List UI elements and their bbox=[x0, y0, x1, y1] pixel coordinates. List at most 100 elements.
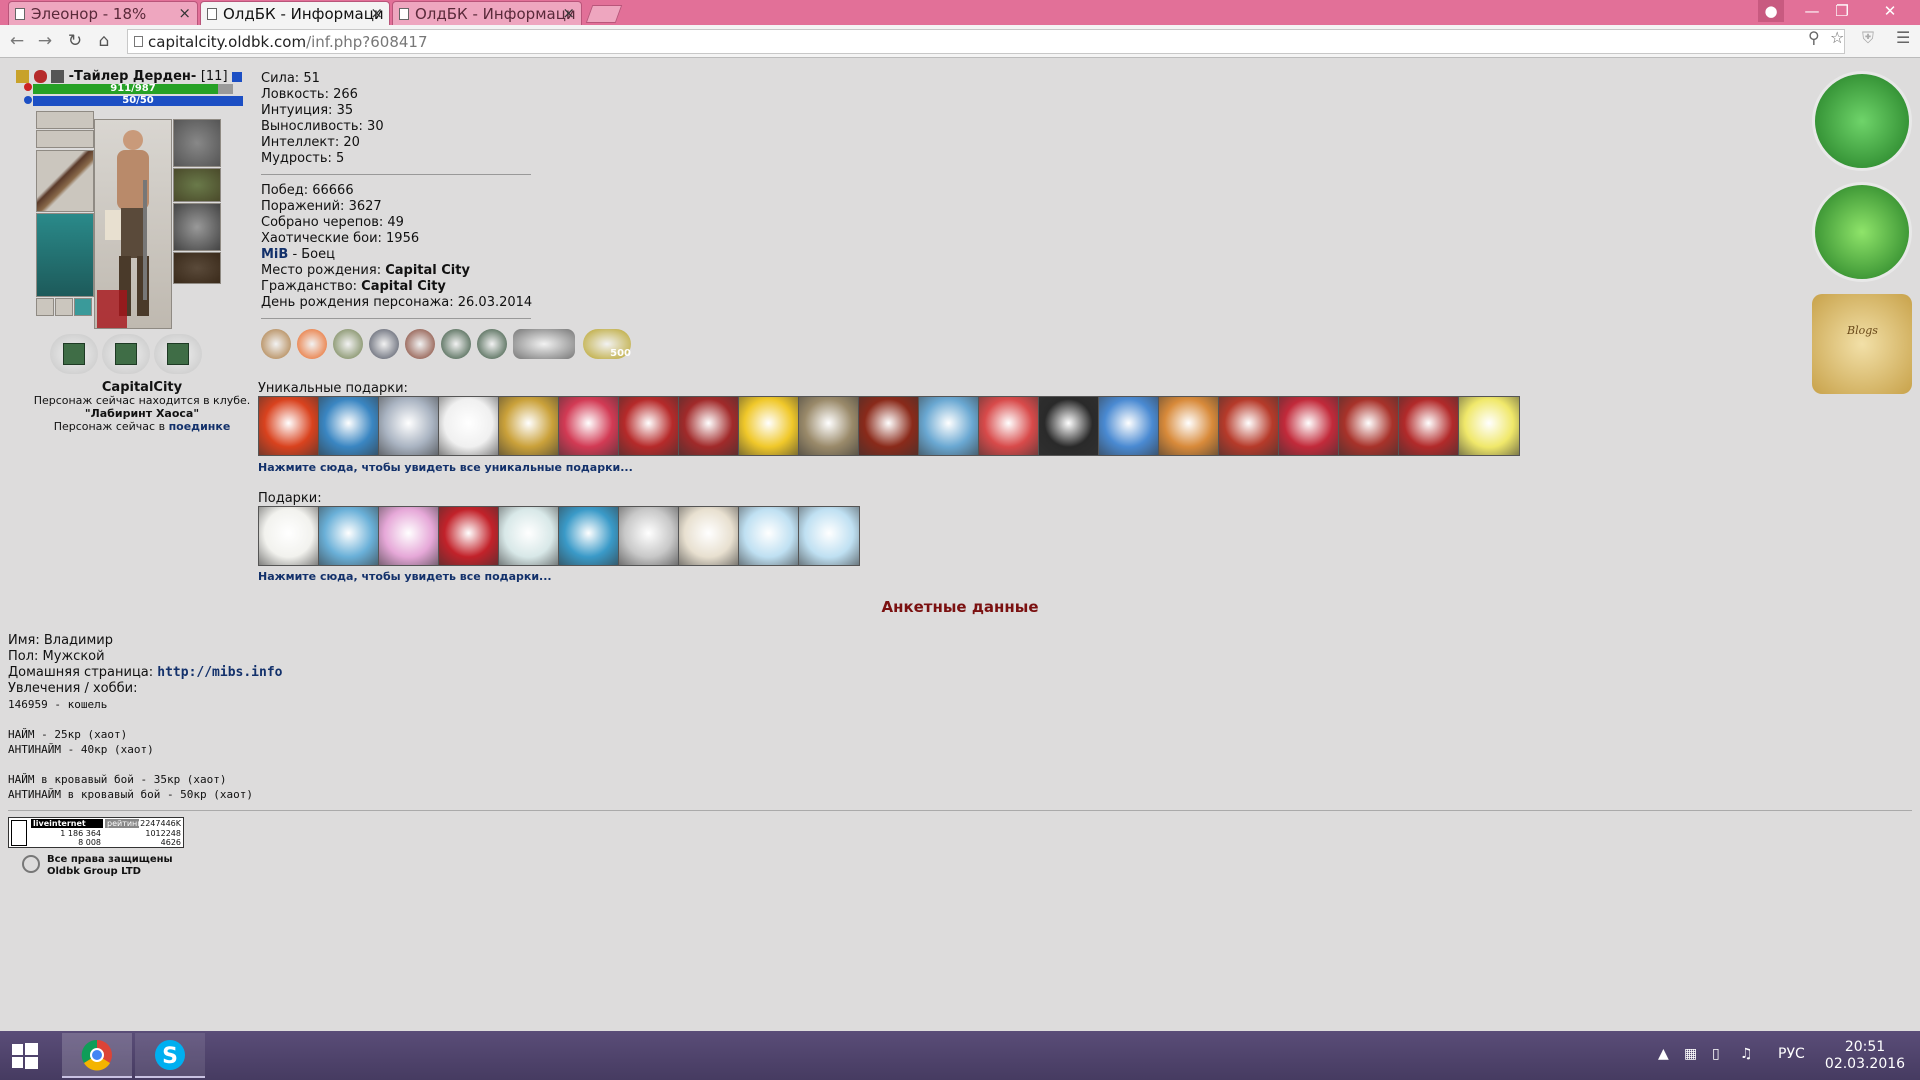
ring-badge-icon[interactable] bbox=[261, 329, 291, 359]
unique-gift-icon[interactable] bbox=[619, 397, 679, 455]
unique-gift-icon[interactable] bbox=[1039, 397, 1099, 455]
unique-gift-icon[interactable] bbox=[679, 397, 739, 455]
unique-gift-icon[interactable] bbox=[439, 397, 499, 455]
unique-gifts-link[interactable]: Нажмите сюда, чтобы увидеть все уникальн… bbox=[258, 461, 633, 474]
address-bar[interactable]: capitalcity.oldbk.com/inf.php?608417 bbox=[127, 29, 1845, 54]
gloves-slot[interactable] bbox=[173, 168, 221, 202]
unique-gift-icon[interactable] bbox=[1399, 397, 1459, 455]
clan-name[interactable]: MiB bbox=[261, 247, 288, 262]
gift-icon[interactable] bbox=[499, 507, 559, 565]
gift-icon[interactable] bbox=[799, 507, 859, 565]
action-center-icon[interactable]: ▦ bbox=[1684, 1046, 1697, 1062]
zoom-icon[interactable]: ⚲ bbox=[1808, 28, 1820, 47]
gift-icon[interactable] bbox=[559, 507, 619, 565]
unique-gift-icon[interactable] bbox=[319, 397, 379, 455]
shield-badge-icon[interactable] bbox=[369, 329, 399, 359]
boots-slot[interactable] bbox=[173, 252, 221, 284]
unique-gift-icon[interactable] bbox=[739, 397, 799, 455]
fight-link[interactable]: поединке bbox=[169, 420, 231, 433]
rune-slot-2[interactable] bbox=[102, 334, 150, 374]
rune-slot-3[interactable] bbox=[154, 334, 202, 374]
earrings-slot[interactable] bbox=[36, 111, 94, 129]
unique-gift-icon[interactable] bbox=[379, 397, 439, 455]
hobby-line: НАЙМ в кровавый бой - 35кр (хаот) bbox=[8, 773, 227, 786]
homepage-link[interactable]: http://mibs.info bbox=[157, 665, 282, 680]
new-tab-button[interactable] bbox=[585, 5, 623, 23]
forward-icon[interactable]: → bbox=[34, 30, 56, 52]
unique-gift-icon[interactable] bbox=[1339, 397, 1399, 455]
ring-slot-2[interactable] bbox=[55, 298, 73, 316]
liveinternet-counter[interactable]: liveinternet 1 186 364 8 008 рейтинг 224… bbox=[8, 817, 184, 848]
unique-gift-icon[interactable] bbox=[259, 397, 319, 455]
shield-slot[interactable] bbox=[173, 203, 221, 251]
star-badge-icon[interactable] bbox=[405, 329, 435, 359]
tab-close-icon[interactable]: × bbox=[370, 4, 383, 22]
emblem-badge-icon[interactable] bbox=[441, 329, 471, 359]
weapon-slot[interactable] bbox=[36, 150, 94, 212]
car-badge-icon[interactable] bbox=[513, 329, 575, 359]
counter-right-n2: 1012248 bbox=[145, 829, 181, 838]
tab-close-icon[interactable]: × bbox=[178, 4, 191, 22]
pumpkin-badge-icon[interactable] bbox=[297, 329, 327, 359]
location-line: Персонаж сейчас находится в клубе. bbox=[33, 394, 251, 407]
ring-slot-1[interactable] bbox=[36, 298, 54, 316]
unique-gift-icon[interactable] bbox=[859, 397, 919, 455]
helmet-slot[interactable] bbox=[173, 119, 221, 167]
input-language[interactable]: РУС bbox=[1778, 1046, 1805, 1062]
500-badge-icon[interactable]: 500 bbox=[583, 329, 631, 359]
unique-gift-icon[interactable] bbox=[499, 397, 559, 455]
emblem2-badge-icon[interactable] bbox=[477, 329, 507, 359]
unique-gift-icon[interactable] bbox=[979, 397, 1039, 455]
swords-badge-icon[interactable] bbox=[333, 329, 363, 359]
chrome-icon[interactable] bbox=[62, 1033, 132, 1078]
gift-icon[interactable] bbox=[319, 507, 379, 565]
close-window-button[interactable]: ✕ bbox=[1860, 0, 1920, 22]
gift-icon[interactable] bbox=[439, 507, 499, 565]
tab-close-icon[interactable]: × bbox=[562, 4, 575, 22]
armor-slot[interactable] bbox=[36, 213, 94, 297]
gift-icon[interactable] bbox=[679, 507, 739, 565]
browser-tab-oldbk-active[interactable]: ОлдБК - Информаци × bbox=[200, 1, 390, 25]
volume-icon[interactable]: ♫ bbox=[1740, 1046, 1753, 1062]
battery-icon[interactable]: ▯ bbox=[1712, 1046, 1720, 1062]
blogs-scroll-icon[interactable]: Blogs bbox=[1812, 294, 1912, 394]
stats-divider bbox=[261, 318, 531, 319]
gifts-link[interactable]: Нажмите сюда, чтобы увидеть все подарки.… bbox=[258, 570, 552, 583]
reload-icon[interactable]: ↻ bbox=[64, 30, 86, 52]
gift-icon[interactable] bbox=[739, 507, 799, 565]
unique-gift-icon[interactable] bbox=[559, 397, 619, 455]
profile-icon[interactable]: ● bbox=[1758, 0, 1784, 22]
rune-slot-1[interactable] bbox=[50, 334, 98, 374]
extension-shield-icon[interactable]: ⛨ bbox=[1862, 28, 1874, 48]
character-avatar[interactable] bbox=[94, 119, 172, 329]
zodiac-taurus-icon[interactable] bbox=[1812, 71, 1912, 171]
browser-tab-oldbk[interactable]: ОлдБК - Информаци × bbox=[392, 1, 582, 25]
gift-icon[interactable] bbox=[379, 507, 439, 565]
unique-gift-icon[interactable] bbox=[1459, 397, 1519, 455]
gift-icon[interactable] bbox=[619, 507, 679, 565]
unique-gift-icon[interactable] bbox=[1159, 397, 1219, 455]
unique-gift-icon[interactable] bbox=[1279, 397, 1339, 455]
leaf-icon[interactable] bbox=[1812, 182, 1912, 282]
tray-arrow-icon[interactable]: ▲ bbox=[1658, 1046, 1669, 1062]
restore-button[interactable]: ❐ bbox=[1820, 0, 1864, 22]
system-clock[interactable]: 20:51 02.03.2016 bbox=[1820, 1039, 1910, 1073]
skype-icon[interactable]: S bbox=[135, 1033, 205, 1078]
windows-start-icon[interactable] bbox=[10, 1041, 40, 1071]
gift-icon[interactable] bbox=[259, 507, 319, 565]
browser-tab-eleonor[interactable]: Элеонор - 18% × bbox=[8, 1, 198, 25]
bookmark-star-icon[interactable]: ☆ bbox=[1830, 28, 1844, 47]
unique-gift-icon[interactable] bbox=[1099, 397, 1159, 455]
home-icon[interactable]: ⌂ bbox=[93, 30, 115, 52]
align-icon bbox=[16, 70, 29, 83]
page-icon bbox=[399, 8, 409, 20]
ring-slot-3[interactable] bbox=[74, 298, 92, 316]
menu-icon[interactable]: ☰ bbox=[1896, 28, 1910, 47]
back-icon[interactable]: ← bbox=[6, 30, 28, 52]
clan-icon[interactable] bbox=[33, 70, 47, 83]
unique-gift-icon[interactable] bbox=[1219, 397, 1279, 455]
unique-gift-icon[interactable] bbox=[799, 397, 859, 455]
info-icon[interactable] bbox=[232, 71, 243, 82]
necklace-slot[interactable] bbox=[36, 130, 94, 148]
unique-gift-icon[interactable] bbox=[919, 397, 979, 455]
